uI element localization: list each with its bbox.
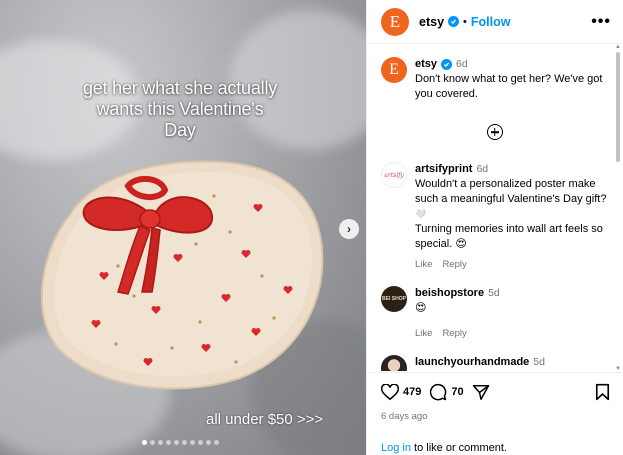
- avatar[interactable]: artsify: [381, 162, 407, 188]
- comment-username[interactable]: launchyourhandmade: [415, 356, 529, 368]
- comment-body: beishopstore 5d 😍 Like Reply: [415, 286, 608, 341]
- plate-illustration: [40, 160, 324, 390]
- comment-item: BEI SHOP beishopstore 5d 😍 Like Reply: [381, 286, 608, 341]
- carousel-dot: [214, 440, 219, 445]
- more-options-icon[interactable]: •••: [591, 13, 611, 29]
- like-comment-button[interactable]: Like: [415, 326, 432, 341]
- post-timestamp: 6 days ago: [381, 411, 428, 422]
- post-sidebar: E etsy • Follow ••• E etsy 6d Don't know …: [366, 0, 623, 455]
- verified-badge-icon: [441, 59, 453, 70]
- carousel-dot: [158, 440, 163, 445]
- carousel-dot: [166, 440, 171, 445]
- carousel-dot: [182, 440, 187, 445]
- comment-text: Turning memories into wall art feels so …: [415, 223, 603, 250]
- follow-button[interactable]: Follow: [471, 15, 511, 29]
- comment-time: 6d: [476, 163, 489, 175]
- avatar[interactable]: BEI SHOP: [381, 286, 407, 312]
- carousel-dot: [190, 440, 195, 445]
- carousel-dot: [206, 440, 211, 445]
- comments-scrollbar[interactable]: ▲ ▼: [614, 44, 621, 372]
- login-prompt-text: to like or comment.: [410, 442, 507, 454]
- comment-actions: Like Reply: [415, 257, 608, 272]
- comments-list[interactable]: E etsy 6d Don't know what to get her? We'…: [367, 45, 618, 371]
- chevron-right-icon: ›: [347, 222, 351, 236]
- comment-body: launchyourhandmade5d 😍😍: [415, 355, 608, 371]
- carousel-dot: [174, 440, 179, 445]
- comment-text: 🤍: [415, 209, 427, 219]
- header-username[interactable]: etsy: [419, 15, 444, 29]
- next-slide-button[interactable]: ›: [339, 219, 359, 239]
- comments-count[interactable]: 70: [451, 386, 463, 398]
- comment-username[interactable]: artsifyprint: [415, 163, 472, 175]
- carousel-dot: [150, 440, 155, 445]
- comment-time: 5d: [488, 287, 500, 299]
- overlay-caption: get her what she actually wants this Val…: [82, 78, 278, 140]
- avatar-text: artsify: [384, 171, 404, 179]
- post-header: E etsy • Follow •••: [367, 0, 623, 44]
- caption-time: 6d: [456, 58, 468, 70]
- login-prompt: Log in to like or comment.: [381, 442, 610, 454]
- caption-avatar[interactable]: E: [381, 57, 407, 83]
- like-comment-button[interactable]: Like: [415, 257, 432, 272]
- likes-count[interactable]: 479: [403, 386, 421, 398]
- comment-item: artsify artsifyprint 6d Wouldn't a person…: [381, 162, 608, 272]
- carousel-indicator: [142, 440, 219, 445]
- etsy-avatar[interactable]: E: [381, 7, 409, 36]
- bookmark-icon[interactable]: [595, 383, 610, 401]
- reply-button[interactable]: Reply: [442, 326, 466, 341]
- overlay-subcaption: all under $50 >>>: [206, 411, 324, 428]
- caption-body: etsy 6d Don't know what to get her? We've…: [415, 57, 608, 102]
- login-link[interactable]: Log in: [381, 442, 411, 454]
- action-bar: 479 70: [381, 381, 610, 403]
- comment-item: launchyourhandmade5d 😍😍: [381, 355, 608, 371]
- reply-button[interactable]: Reply: [442, 257, 466, 272]
- scroll-down-arrow-icon[interactable]: ▼: [615, 366, 621, 372]
- avatar-text: BEI SHOP: [382, 296, 406, 302]
- comment-time: 5d: [533, 356, 545, 368]
- carousel-dot: [198, 440, 203, 445]
- heart-icon[interactable]: [381, 383, 399, 401]
- scroll-up-arrow-icon[interactable]: ▲: [615, 44, 621, 50]
- post-media[interactable]: get her what she actually wants this Val…: [0, 0, 366, 455]
- avatar[interactable]: [381, 355, 407, 371]
- comment-icon[interactable]: [429, 383, 447, 401]
- verified-badge-icon: [448, 16, 460, 27]
- comment-username[interactable]: beishopstore: [415, 287, 484, 299]
- post-footer: 479 70 6 days ago Log in to like or comm…: [367, 372, 623, 455]
- comment-text: 😍: [415, 302, 427, 314]
- scroll-thumb[interactable]: [616, 52, 620, 162]
- carousel-dot: [142, 440, 147, 445]
- comment-body: artsifyprint 6d Wouldn't a personalized p…: [415, 162, 608, 272]
- comment-text: Wouldn't a personalized poster make such…: [415, 178, 607, 205]
- caption-row: E etsy 6d Don't know what to get her? We'…: [381, 57, 608, 102]
- load-more-comments-icon[interactable]: [486, 124, 503, 140]
- caption-username[interactable]: etsy: [415, 58, 437, 70]
- caption-text: Don't know what to get her? We've got yo…: [415, 73, 603, 100]
- header-separator: •: [463, 15, 467, 28]
- share-icon[interactable]: [472, 384, 490, 401]
- comment-actions: Like Reply: [415, 326, 608, 341]
